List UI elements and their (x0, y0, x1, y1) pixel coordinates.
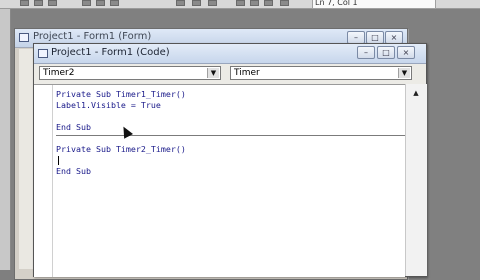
toolbar-icon[interactable] (236, 0, 245, 6)
minimize-icon: – (364, 48, 368, 57)
dropdown-arrow-icon[interactable]: ▼ (398, 68, 410, 78)
combo-bar: Timer2 ▼ Timer ▼ (34, 64, 426, 84)
vertical-scrollbar[interactable]: ▲ (405, 84, 427, 276)
minimize-button[interactable]: – (357, 46, 375, 59)
code-window-titlebar[interactable]: Project1 - Form1 (Code) – □ × (34, 44, 426, 64)
form-body (19, 49, 34, 269)
procedure-separator (56, 135, 405, 136)
code-line[interactable]: End Sub (56, 122, 91, 132)
form-window-title: Project1 - Form1 (Form) (33, 31, 152, 42)
maximize-icon: □ (371, 33, 379, 42)
toolbar-icon[interactable] (20, 0, 29, 6)
maximize-button[interactable]: □ (377, 46, 395, 59)
toolbar-icon[interactable] (192, 0, 201, 6)
maximize-icon: □ (382, 48, 390, 57)
toolbar-icon[interactable] (264, 0, 273, 6)
procedure-dropdown[interactable]: Timer ▼ (230, 66, 412, 80)
close-icon: × (390, 33, 398, 42)
toolbar-icon[interactable] (208, 0, 217, 6)
text-caret (58, 156, 59, 165)
toolbar-icon[interactable] (176, 0, 185, 6)
code-window[interactable]: Project1 - Form1 (Code) – □ × Timer2 ▼ T… (33, 43, 427, 277)
cursor-position-readout: Ln 7, Col 1 (312, 0, 436, 9)
toolbar: Ln 7, Col 1 (0, 0, 480, 9)
object-dropdown-value: Timer2 (43, 68, 75, 78)
toolbar-icon[interactable] (110, 0, 119, 6)
dropdown-arrow-icon[interactable]: ▼ (207, 68, 219, 78)
code-text-area[interactable]: Private Sub Timer1_Timer() Label1.Visibl… (56, 85, 405, 277)
object-dropdown[interactable]: Timer2 ▼ (39, 66, 221, 80)
form-icon (19, 33, 29, 42)
code-line[interactable]: Private Sub Timer1_Timer() (56, 89, 186, 99)
code-window-title: Project1 - Form1 (Code) (51, 47, 170, 58)
margin-indicator-bar (34, 85, 53, 277)
toolbar-icon[interactable] (96, 0, 105, 6)
toolbar-icon[interactable] (280, 0, 289, 6)
toolbar-icon[interactable] (34, 0, 43, 6)
code-editor[interactable]: Private Sub Timer1_Timer() Label1.Visibl… (34, 84, 405, 277)
toolbar-icon[interactable] (48, 0, 57, 6)
code-line[interactable]: Private Sub Timer2_Timer() (56, 144, 186, 154)
code-line[interactable]: End Sub (56, 166, 91, 176)
toolbar-icon[interactable] (250, 0, 259, 6)
toolbar-icon[interactable] (82, 0, 91, 6)
procedure-dropdown-value: Timer (234, 68, 260, 78)
close-icon: × (402, 48, 410, 57)
code-line[interactable]: Label1.Visible = True (56, 100, 161, 110)
code-icon (38, 49, 48, 58)
toolbox-strip (0, 9, 11, 270)
minimize-icon: – (354, 33, 358, 42)
close-button[interactable]: × (397, 46, 415, 59)
scroll-up-icon[interactable]: ▲ (409, 87, 423, 99)
